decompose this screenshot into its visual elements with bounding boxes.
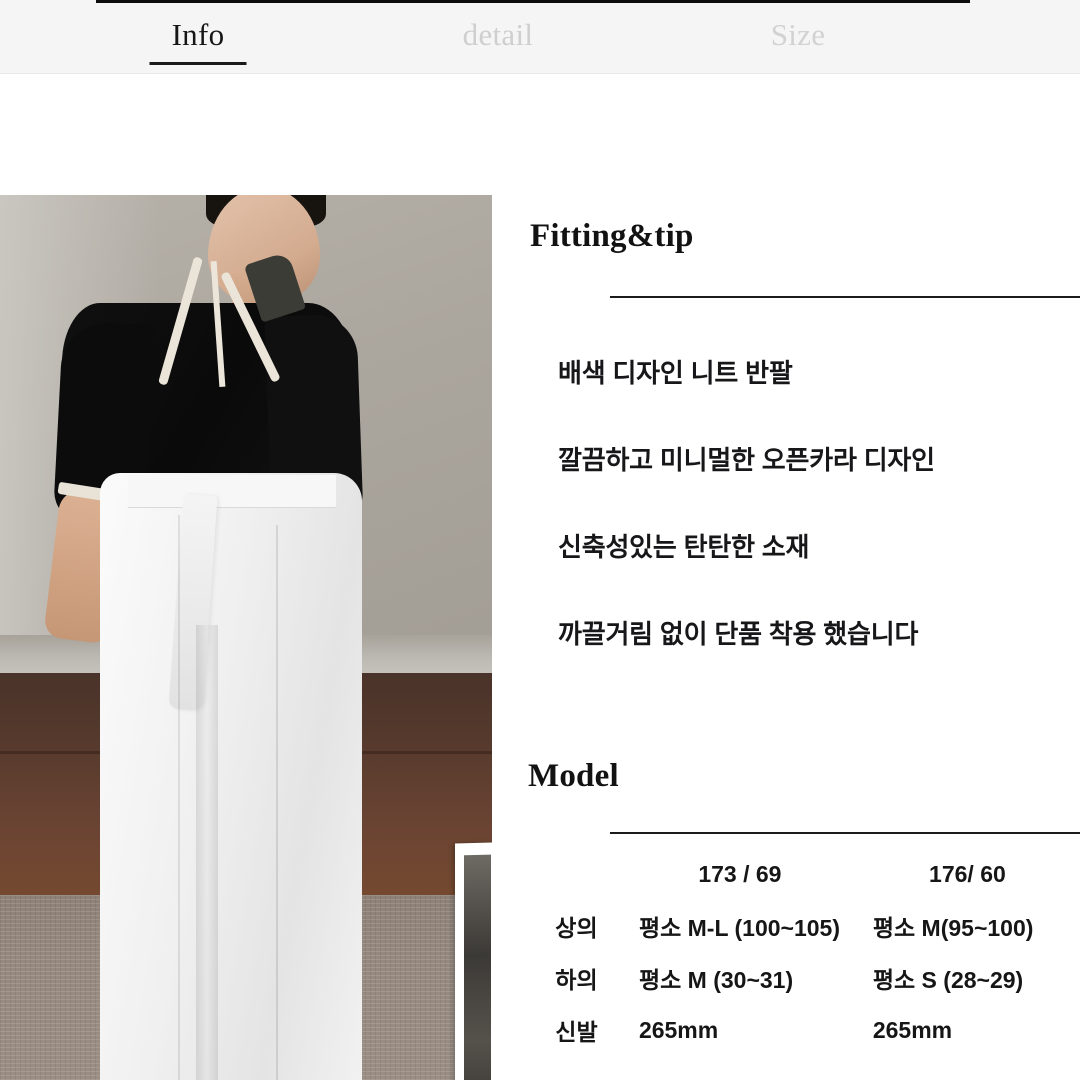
model-table-head: 173 / 69 176/ 60 — [528, 848, 1080, 900]
table-row: 하의 평소 M (30~31) 평소 S (28~29) — [528, 952, 1080, 1004]
model-row-value-a: 265mm — [638, 1016, 719, 1043]
photo-floor-mirror — [455, 842, 492, 1080]
tab-detail-label: detail — [462, 17, 534, 52]
model-heading: Model — [528, 758, 619, 794]
photo-trousers-leg-shadow — [196, 625, 218, 1080]
fitting-tip-heading: Fitting&tip — [530, 218, 694, 254]
model-row-label: 상의 — [555, 915, 598, 941]
photo-trousers-right-crease — [276, 525, 278, 1080]
product-photo[interactable] — [0, 195, 492, 1080]
fitting-bullet: 배색 디자인 니트 반팔 — [558, 358, 793, 388]
fitting-bullet: 까끌거림 없이 단품 착용 했습니다 — [558, 619, 919, 649]
photo-white-wide-trousers — [100, 473, 362, 1080]
model-row-value-b: 평소 S (28~29) — [872, 967, 1024, 993]
model-row-label: 하의 — [555, 967, 598, 993]
table-row: 상의 평소 M-L (100~105) 평소 M(95~100) — [528, 900, 1080, 952]
tab-active-underline — [149, 62, 247, 65]
fitting-bullet: 신축성있는 탄탄한 소재 — [558, 532, 810, 562]
model-divider — [610, 832, 1080, 834]
model-row-label: 신발 — [555, 1019, 598, 1045]
model-col-a-header: 173 / 69 — [698, 860, 782, 887]
fitting-tip-bullet-list: 배색 디자인 니트 반팔 깔끔하고 미니멀한 오픈카라 디자인 신축성있는 탄탄… — [558, 360, 1078, 708]
model-row-value-b: 265mm — [872, 1016, 953, 1043]
model-row-value-b: 평소 M(95~100) — [872, 915, 1034, 941]
tab-info[interactable]: Info — [48, 17, 348, 65]
model-spec-table: 173 / 69 176/ 60 상의 평소 M-L (100~105) 평소 … — [528, 848, 1080, 1056]
photo-trousers-left-crease — [178, 515, 180, 1080]
tab-info-label: Info — [171, 17, 225, 52]
model-table-body: 상의 평소 M-L (100~105) 평소 M(95~100) 하의 평소 M… — [528, 900, 1080, 1056]
product-info-panel: Fitting&tip 배색 디자인 니트 반팔 깔끔하고 미니멀한 오픈카라 … — [528, 0, 1080, 1080]
fitting-bullet: 깔끔하고 미니멀한 오픈카라 디자인 — [558, 445, 935, 475]
photo-trousers-waistband — [128, 475, 336, 508]
table-header-row: 173 / 69 176/ 60 — [528, 848, 1080, 900]
photo-mirror-glass — [464, 854, 491, 1080]
model-col-b-header: 176/ 60 — [929, 860, 1006, 887]
model-col-label-header — [528, 848, 625, 900]
fitting-tip-divider — [610, 296, 1080, 298]
model-row-value-a: 평소 M-L (100~105) — [638, 915, 840, 941]
table-row: 신발 265mm 265mm — [528, 1004, 1080, 1056]
model-row-value-a: 평소 M (30~31) — [638, 967, 794, 993]
